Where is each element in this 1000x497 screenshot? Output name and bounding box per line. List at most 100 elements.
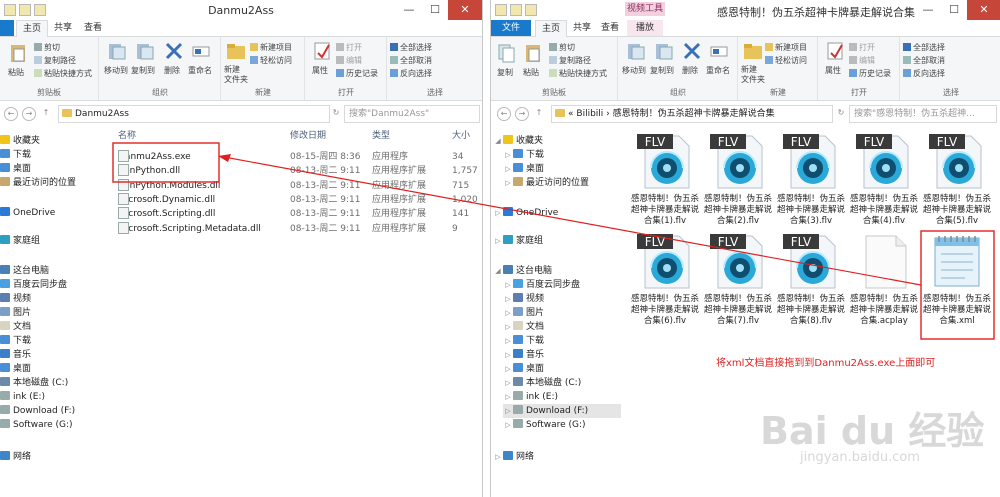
easy-access-button[interactable]: 轻松访问 bbox=[250, 55, 292, 66]
open-button[interactable]: 打开 bbox=[336, 42, 362, 53]
nav-item[interactable]: Software (G:) bbox=[0, 418, 104, 432]
nav-item[interactable]: ▷ 图片 bbox=[503, 306, 621, 320]
nav-item[interactable]: ▷ 本地磁盘 (C:) bbox=[503, 376, 621, 390]
nav-item[interactable]: ▷ 最近访问的位置 bbox=[503, 176, 621, 190]
tab-share[interactable]: 共享 bbox=[569, 20, 595, 36]
delete-button[interactable]: 删除 bbox=[682, 65, 698, 76]
nav-item[interactable]: ▷ 视频 bbox=[503, 292, 621, 306]
close-button[interactable]: ✕ bbox=[448, 0, 482, 20]
nav-item[interactable]: ▷ 下载 bbox=[503, 148, 621, 162]
nav-item[interactable]: 最近访问的位置 bbox=[0, 176, 104, 190]
flv-file-tile[interactable]: FLV 感恩特制！伪五杀超神卡牌暴走解说合集(6).flv bbox=[631, 232, 699, 328]
tab-view[interactable]: 查看 bbox=[80, 20, 106, 36]
expand-arrow-icon[interactable]: ▷ bbox=[503, 418, 513, 432]
select-none-button[interactable]: 全部取消 bbox=[903, 55, 945, 66]
nav-item[interactable]: 视频 bbox=[0, 292, 104, 306]
expand-arrow-icon[interactable]: ▷ bbox=[503, 390, 513, 404]
paste-shortcut-button[interactable]: 粘贴快捷方式 bbox=[34, 68, 92, 79]
expand-arrow-icon[interactable]: ▷ bbox=[503, 320, 513, 334]
file-row[interactable]: IronPython.Modules.dll 08-13-周二 9:11 应用程序扩… bbox=[110, 178, 482, 193]
tab-share[interactable]: 共享 bbox=[50, 20, 76, 36]
tab-home[interactable]: 主页 bbox=[535, 20, 567, 37]
history-button[interactable]: 历史记录 bbox=[849, 68, 891, 79]
flv-file-tile[interactable]: FLV 感恩特制！伪五杀超神卡牌暴走解说合集(4).flv bbox=[850, 132, 918, 228]
expand-arrow-icon[interactable]: ▷ bbox=[503, 334, 513, 348]
nav-item[interactable]: 收藏夹 bbox=[0, 134, 104, 148]
nav-item[interactable]: 百度云同步盘 bbox=[0, 278, 104, 292]
expand-arrow-icon[interactable]: ▷ bbox=[503, 404, 513, 418]
edit-button[interactable]: 编辑 bbox=[336, 55, 362, 66]
tab-home[interactable]: 主页 bbox=[16, 20, 48, 37]
delete-button[interactable]: 删除 bbox=[164, 65, 180, 76]
nav-item[interactable]: ▷ ink (E:) bbox=[503, 390, 621, 404]
nav-item[interactable]: OneDrive bbox=[0, 206, 104, 220]
refresh-button[interactable]: ↻ bbox=[330, 107, 342, 119]
breadcrumb[interactable]: « Bilibili › 感恩特制！伪五杀超神卡牌暴走解说合集 bbox=[551, 105, 833, 123]
properties-button[interactable]: 属性 bbox=[312, 65, 328, 76]
copy-to-button[interactable]: 复制到 bbox=[131, 65, 155, 76]
nav-item[interactable]: 文档 bbox=[0, 320, 104, 334]
flv-file-tile[interactable]: FLV 感恩特制！伪五杀超神卡牌暴走解说合集(7).flv bbox=[704, 232, 772, 328]
nav-item[interactable]: ▷ 百度云同步盘 bbox=[503, 278, 621, 292]
column-date-modified[interactable]: 修改日期 bbox=[290, 128, 326, 141]
invert-selection-button[interactable]: 反向选择 bbox=[390, 68, 432, 79]
expand-arrow-icon[interactable]: ▷ bbox=[503, 362, 513, 376]
expand-arrow-icon[interactable]: ▷ bbox=[503, 148, 513, 162]
copy-path-button[interactable]: 复制路径 bbox=[34, 55, 76, 66]
tab-file[interactable] bbox=[0, 20, 14, 36]
search-input[interactable]: 搜索"感恩特制！伪五杀超神... bbox=[849, 105, 997, 123]
address-bar[interactable]: Danmu2Ass bbox=[58, 105, 330, 123]
nav-item[interactable]: ▷ 文档 bbox=[503, 320, 621, 334]
expand-arrow-icon[interactable]: ▷ bbox=[493, 234, 503, 248]
search-input[interactable]: 搜索"Danmu2Ass" bbox=[344, 105, 480, 123]
breadcrumb-current[interactable]: 感恩特制！伪五杀超神卡牌暴走解说合集 bbox=[613, 109, 775, 119]
expand-arrow-icon[interactable]: ▷ bbox=[503, 278, 513, 292]
cut-button[interactable]: 剪切 bbox=[34, 42, 60, 53]
move-to-button[interactable]: 移动到 bbox=[104, 65, 128, 76]
nav-item[interactable]: ◢ 这台电脑 bbox=[493, 264, 621, 278]
file-row[interactable]: Microsoft.Scripting.dll 08-13-周二 9:11 应用程序… bbox=[110, 207, 482, 221]
nav-item[interactable]: 桌面 bbox=[0, 362, 104, 376]
nav-item[interactable]: 这台电脑 bbox=[0, 264, 104, 278]
maximize-button[interactable]: ☐ bbox=[941, 0, 967, 20]
forward-button[interactable]: → bbox=[22, 107, 36, 121]
flv-file-tile[interactable]: FLV 感恩特制！伪五杀超神卡牌暴走解说合集(5).flv bbox=[923, 132, 991, 228]
nav-item[interactable]: 网络 bbox=[0, 450, 104, 464]
copy-to-button[interactable]: 复制到 bbox=[650, 65, 674, 76]
expand-arrow-icon[interactable]: ▷ bbox=[503, 376, 513, 390]
nav-item[interactable]: ▷ 家庭组 bbox=[493, 234, 621, 248]
history-button[interactable]: 历史记录 bbox=[336, 68, 378, 79]
breadcrumb-overflow[interactable]: « bbox=[568, 109, 574, 119]
new-item-button[interactable]: 新建项目 bbox=[250, 42, 292, 53]
new-item-button[interactable]: 新建项目 bbox=[765, 42, 807, 53]
expand-arrow-icon[interactable]: ▷ bbox=[503, 292, 513, 306]
expand-arrow-icon[interactable]: ▷ bbox=[503, 348, 513, 362]
maximize-button[interactable]: ☐ bbox=[422, 0, 448, 20]
nav-item[interactable]: ▷ 网络 bbox=[493, 450, 621, 464]
nav-item[interactable]: 图片 bbox=[0, 306, 104, 320]
expand-arrow-icon[interactable]: ▷ bbox=[493, 206, 503, 220]
up-button[interactable]: ↑ bbox=[533, 107, 545, 119]
copy-button[interactable]: 复制 bbox=[497, 67, 513, 78]
paste-button[interactable]: 粘贴 bbox=[523, 67, 539, 78]
select-none-button[interactable]: 全部取消 bbox=[390, 55, 432, 66]
tab-file[interactable]: 文件 bbox=[491, 20, 531, 36]
new-folder-button[interactable]: 新建 文件夹 bbox=[224, 65, 248, 85]
breadcrumb-bilibili[interactable]: Bilibili bbox=[576, 109, 603, 119]
flv-file-tile[interactable]: FLV 感恩特制！伪五杀超神卡牌暴走解说合集(3).flv bbox=[777, 132, 845, 228]
nav-item[interactable]: ▷ OneDrive bbox=[493, 206, 621, 220]
invert-selection-button[interactable]: 反向选择 bbox=[903, 68, 945, 79]
close-button[interactable]: ✕ bbox=[967, 0, 1000, 20]
properties-button[interactable]: 属性 bbox=[825, 65, 841, 76]
move-to-button[interactable]: 移动到 bbox=[622, 65, 646, 76]
paste-shortcut-button[interactable]: 粘贴快捷方式 bbox=[549, 68, 607, 79]
expand-arrow-icon[interactable]: ▷ bbox=[503, 306, 513, 320]
tab-view[interactable]: 查看 bbox=[597, 20, 623, 36]
back-button[interactable]: ← bbox=[497, 107, 511, 121]
nav-item[interactable]: ▷ Software (G:) bbox=[503, 418, 621, 432]
acplay-file-tile[interactable]: 感恩特制！伪五杀超神卡牌暴走解说合集.acplay bbox=[850, 232, 918, 328]
open-button[interactable]: 打开 bbox=[849, 42, 875, 53]
nav-item[interactable]: ▷ 音乐 bbox=[503, 348, 621, 362]
expand-arrow-icon[interactable]: ◢ bbox=[493, 264, 503, 278]
flv-file-tile[interactable]: FLV 感恩特制！伪五杀超神卡牌暴走解说合集(8).flv bbox=[777, 232, 845, 328]
